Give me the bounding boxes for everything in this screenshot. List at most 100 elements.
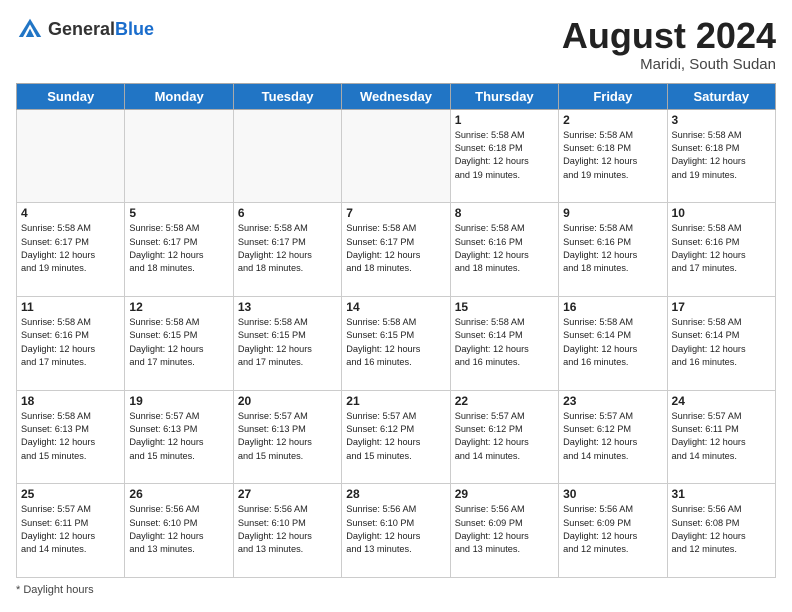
day-number: 28	[346, 487, 445, 501]
table-row: 16Sunrise: 5:58 AM Sunset: 6:14 PM Dayli…	[559, 296, 667, 390]
table-row: 17 Sunrise: 5:58 AM Sunset: 6:14 PM Dayli…	[667, 296, 775, 390]
table-row: 26 Sunrise: 5:56 AM Sunset: 6:10 PM Dayli…	[125, 484, 233, 578]
page: GeneralBlue August 2024 Maridi, South Su…	[0, 0, 792, 612]
calendar: Sunday Monday Tuesday Wednesday Thursday…	[16, 83, 776, 578]
table-row: 2 Sunrise: 5:58 AM Sunset: 6:18 PM Daylig…	[559, 109, 667, 203]
day-number: 21	[346, 394, 445, 408]
day-info: Sunrise: 5:57 AM Sunset: 6:13 PM Dayligh…	[238, 410, 337, 463]
table-row: 12Sunrise: 5:58 AM Sunset: 6:15 PM Dayli…	[125, 296, 233, 390]
day-number: 10	[672, 206, 771, 220]
day-info: Sunrise: 5:56 AM Sunset: 6:10 PM Dayligh…	[129, 503, 228, 556]
day-info: Sunrise: 5:57 AM Sunset: 6:13 PM Dayligh…	[129, 410, 228, 463]
day-number: 17	[672, 300, 771, 314]
col-tuesday: Tuesday	[233, 83, 341, 109]
table-row: 23 Sunrise: 5:57 AM Sunset: 6:12 PM Dayli…	[559, 390, 667, 484]
day-number: 5	[129, 206, 228, 220]
table-row: 19 Sunrise: 5:57 AM Sunset: 6:13 PM Dayli…	[125, 390, 233, 484]
col-thursday: Thursday	[450, 83, 558, 109]
day-info: Sunrise: 5:58 AM Sunset: 6:14 PM Dayligh…	[672, 316, 771, 369]
day-info: Sunrise: 5:58 AM Sunset: 6:18 PM Dayligh…	[563, 129, 662, 182]
col-saturday: Saturday	[667, 83, 775, 109]
day-number: 13	[238, 300, 337, 314]
day-info: Sunrise: 5:58 AM Sunset: 6:16 PM Dayligh…	[672, 222, 771, 275]
day-number: 22	[455, 394, 554, 408]
table-row: 29 Sunrise: 5:56 AM Sunset: 6:09 PM Dayli…	[450, 484, 558, 578]
logo-text: GeneralBlue	[48, 20, 154, 40]
table-row: 9Sunrise: 5:58 AM Sunset: 6:16 PM Daylig…	[559, 203, 667, 297]
day-info: Sunrise: 5:57 AM Sunset: 6:11 PM Dayligh…	[672, 410, 771, 463]
day-number: 16	[563, 300, 662, 314]
day-number: 18	[21, 394, 120, 408]
table-row: 27Sunrise: 5:56 AM Sunset: 6:10 PM Dayli…	[233, 484, 341, 578]
day-number: 27	[238, 487, 337, 501]
logo-blue: Blue	[115, 19, 154, 39]
footer-daylight-text: Daylight hours	[23, 584, 93, 596]
week-row-5: 25 Sunrise: 5:57 AM Sunset: 6:11 PM Dayli…	[17, 484, 776, 578]
day-number: 11	[21, 300, 120, 314]
header: GeneralBlue August 2024 Maridi, South Su…	[16, 16, 776, 73]
table-row: 7Sunrise: 5:58 AM Sunset: 6:17 PM Daylig…	[342, 203, 450, 297]
day-info: Sunrise: 5:56 AM Sunset: 6:08 PM Dayligh…	[672, 503, 771, 556]
table-row: 31 Sunrise: 5:56 AM Sunset: 6:08 PM Dayli…	[667, 484, 775, 578]
table-row: 24 Sunrise: 5:57 AM Sunset: 6:11 PM Dayli…	[667, 390, 775, 484]
day-info: Sunrise: 5:57 AM Sunset: 6:12 PM Dayligh…	[563, 410, 662, 463]
day-info: Sunrise: 5:58 AM Sunset: 6:15 PM Dayligh…	[238, 316, 337, 369]
day-info: Sunrise: 5:58 AM Sunset: 6:16 PM Dayligh…	[21, 316, 120, 369]
day-number: 4	[21, 206, 120, 220]
logo-icon	[16, 16, 44, 44]
day-info: Sunrise: 5:56 AM Sunset: 6:10 PM Dayligh…	[346, 503, 445, 556]
week-row-3: 11 Sunrise: 5:58 AM Sunset: 6:16 PM Dayli…	[17, 296, 776, 390]
table-row: 14 Sunrise: 5:58 AM Sunset: 6:15 PM Dayli…	[342, 296, 450, 390]
day-info: Sunrise: 5:58 AM Sunset: 6:17 PM Dayligh…	[129, 222, 228, 275]
footer-note: * Daylight hours	[16, 584, 776, 596]
day-number: 23	[563, 394, 662, 408]
table-row: 30 Sunrise: 5:56 AM Sunset: 6:09 PM Dayli…	[559, 484, 667, 578]
day-info: Sunrise: 5:57 AM Sunset: 6:12 PM Dayligh…	[455, 410, 554, 463]
day-number: 24	[672, 394, 771, 408]
table-row: 18Sunrise: 5:58 AM Sunset: 6:13 PM Dayli…	[17, 390, 125, 484]
day-info: Sunrise: 5:58 AM Sunset: 6:17 PM Dayligh…	[21, 222, 120, 275]
table-row	[233, 109, 341, 203]
table-row: 3 Sunrise: 5:58 AM Sunset: 6:18 PM Daylig…	[667, 109, 775, 203]
day-info: Sunrise: 5:57 AM Sunset: 6:11 PM Dayligh…	[21, 503, 120, 556]
table-row: 25 Sunrise: 5:57 AM Sunset: 6:11 PM Dayli…	[17, 484, 125, 578]
logo-general: General	[48, 19, 115, 39]
day-number: 31	[672, 487, 771, 501]
day-info: Sunrise: 5:56 AM Sunset: 6:09 PM Dayligh…	[563, 503, 662, 556]
table-row: 21Sunrise: 5:57 AM Sunset: 6:12 PM Dayli…	[342, 390, 450, 484]
col-wednesday: Wednesday	[342, 83, 450, 109]
day-number: 3	[672, 113, 771, 127]
location: Maridi, South Sudan	[562, 56, 776, 73]
table-row: 1Sunrise: 5:58 AM Sunset: 6:18 PM Daylig…	[450, 109, 558, 203]
table-row: 28 Sunrise: 5:56 AM Sunset: 6:10 PM Dayli…	[342, 484, 450, 578]
table-row	[17, 109, 125, 203]
day-info: Sunrise: 5:58 AM Sunset: 6:17 PM Dayligh…	[346, 222, 445, 275]
col-sunday: Sunday	[17, 83, 125, 109]
day-info: Sunrise: 5:58 AM Sunset: 6:16 PM Dayligh…	[455, 222, 554, 275]
table-row: 8 Sunrise: 5:58 AM Sunset: 6:16 PM Daylig…	[450, 203, 558, 297]
table-row: 11 Sunrise: 5:58 AM Sunset: 6:16 PM Dayli…	[17, 296, 125, 390]
day-number: 20	[238, 394, 337, 408]
day-number: 19	[129, 394, 228, 408]
week-row-1: 1 Sunrise: 5:58 AM Sunset: 6:18 PM Daylig…	[17, 109, 776, 203]
day-info: Sunrise: 5:58 AM Sunset: 6:15 PM Dayligh…	[346, 316, 445, 369]
table-row: 6Sunrise: 5:58 AM Sunset: 6:17 PM Daylig…	[233, 203, 341, 297]
week-row-2: 4 Sunrise: 5:58 AM Sunset: 6:17 PM Daylig…	[17, 203, 776, 297]
table-row: 10 Sunrise: 5:58 AM Sunset: 6:16 PM Dayli…	[667, 203, 775, 297]
day-number: 1	[455, 113, 554, 127]
day-number: 30	[563, 487, 662, 501]
col-monday: Monday	[125, 83, 233, 109]
day-info: Sunrise: 5:58 AM Sunset: 6:15 PM Dayligh…	[129, 316, 228, 369]
title-block: August 2024 Maridi, South Sudan	[562, 16, 776, 73]
day-number: 8	[455, 206, 554, 220]
day-info: Sunrise: 5:58 AM Sunset: 6:18 PM Dayligh…	[672, 129, 771, 182]
day-number: 14	[346, 300, 445, 314]
table-row: 22 Sunrise: 5:57 AM Sunset: 6:12 PM Dayli…	[450, 390, 558, 484]
day-number: 25	[21, 487, 120, 501]
day-info: Sunrise: 5:56 AM Sunset: 6:09 PM Dayligh…	[455, 503, 554, 556]
logo: GeneralBlue	[16, 16, 154, 44]
day-number: 2	[563, 113, 662, 127]
day-number: 26	[129, 487, 228, 501]
day-number: 29	[455, 487, 554, 501]
table-row: 4 Sunrise: 5:58 AM Sunset: 6:17 PM Daylig…	[17, 203, 125, 297]
